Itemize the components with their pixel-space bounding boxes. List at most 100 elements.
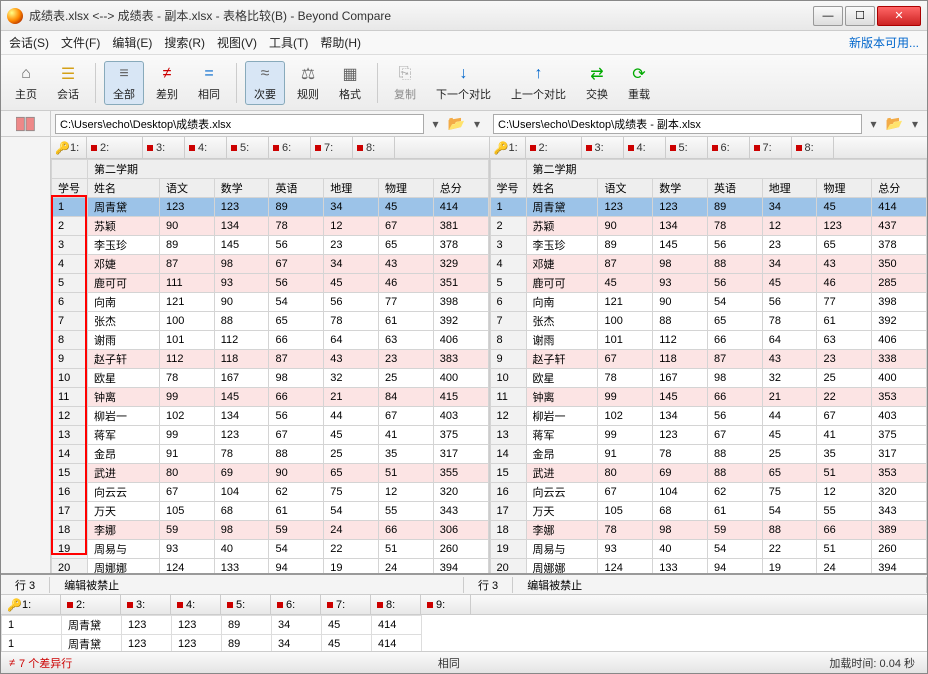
table-row[interactable]: 11钟离99145662184415 — [52, 388, 489, 407]
menu-tools[interactable]: 工具(T) — [269, 34, 308, 51]
table-row[interactable]: 16向云云67104627512320 — [52, 483, 489, 502]
close-button[interactable]: ✕ — [877, 6, 921, 26]
table-row[interactable]: 2苏颖90134781267381 — [52, 217, 489, 236]
table-row[interactable]: 1周青黛123123893445414 — [52, 198, 489, 217]
col-header[interactable]: 4: — [185, 137, 227, 158]
table-row[interactable]: 8谢雨101112666463406 — [52, 331, 489, 350]
table-row[interactable]: 14金昂9178882535317 — [490, 445, 927, 464]
table-row[interactable]: 20周娜娜124133941924394 — [52, 559, 489, 574]
detail-col-header[interactable]: 3: — [121, 595, 171, 614]
table-row[interactable]: 17万天10568615455343 — [52, 502, 489, 521]
table-row[interactable]: 7张杰10088657861392 — [52, 312, 489, 331]
col-header[interactable]: 8: — [792, 137, 834, 158]
thumbnail-icon[interactable] — [1, 111, 51, 136]
table-row[interactable]: 12柳岩一102134564467403 — [52, 407, 489, 426]
detail-row[interactable]: 1周青黛123123893445414 — [2, 635, 422, 652]
home-button[interactable]: ⌂主页 — [7, 62, 45, 104]
detail-col-header[interactable]: 7: — [321, 595, 371, 614]
detail-grid[interactable]: 1周青黛1231238934454141周青黛123123893445414 — [1, 615, 927, 651]
detail-col-header[interactable]: 6: — [271, 595, 321, 614]
menu-file[interactable]: 文件(F) — [61, 34, 100, 51]
col-header[interactable]: 5: — [666, 137, 708, 158]
dropdown-icon[interactable]: ▾ — [907, 117, 923, 131]
table-row[interactable]: 18李娜7898598866389 — [490, 521, 927, 540]
detail-row[interactable]: 1周青黛123123893445414 — [2, 616, 422, 635]
table-row[interactable]: 18李娜5998592466306 — [52, 521, 489, 540]
table-row[interactable]: 13蒋军99123674541375 — [52, 426, 489, 445]
rules-button[interactable]: ⚖规则 — [289, 62, 327, 104]
table-row[interactable]: 20周娜娜124133941924394 — [490, 559, 927, 574]
all-button[interactable]: ≡全部 — [104, 61, 144, 105]
table-row[interactable]: 2苏颖901347812123437 — [490, 217, 927, 236]
left-path-input[interactable] — [55, 114, 424, 134]
table-row[interactable]: 9赵子轩112118874323383 — [52, 350, 489, 369]
col-header[interactable]: 2: — [87, 137, 143, 158]
col-header[interactable]: 2: — [526, 137, 582, 158]
format-button[interactable]: ▦格式 — [331, 62, 369, 104]
prev-diff-button[interactable]: ↑上一个对比 — [503, 62, 574, 104]
col-header[interactable]: 3: — [582, 137, 624, 158]
col-header[interactable]: 6: — [269, 137, 311, 158]
detail-col-header[interactable]: 9: — [421, 595, 471, 614]
reload-button[interactable]: ⟳重载 — [620, 62, 658, 104]
table-row[interactable]: 5鹿可可4593564546285 — [490, 274, 927, 293]
table-row[interactable]: 8谢雨101112666463406 — [490, 331, 927, 350]
menu-view[interactable]: 视图(V) — [217, 34, 257, 51]
table-row[interactable]: 7张杰10088657861392 — [490, 312, 927, 331]
table-row[interactable]: 12柳岩一102134564467403 — [490, 407, 927, 426]
same-button[interactable]: =相同 — [190, 62, 228, 104]
table-row[interactable]: 5鹿可可11193564546351 — [52, 274, 489, 293]
table-row[interactable]: 15武进8069906551355 — [52, 464, 489, 483]
table-row[interactable]: 17万天10568615455343 — [490, 502, 927, 521]
folder-open-icon[interactable]: 📂 — [448, 115, 465, 132]
col-header[interactable]: 🔑1: — [51, 137, 87, 158]
table-row[interactable]: 4邓婕8798883443350 — [490, 255, 927, 274]
table-row[interactable]: 6向南12190545677398 — [52, 293, 489, 312]
table-row[interactable]: 6向南12190545677398 — [490, 293, 927, 312]
table-row[interactable]: 16向云云67104627512320 — [490, 483, 927, 502]
diff-button[interactable]: ≠差别 — [148, 62, 186, 104]
sessions-button[interactable]: ☰会话 — [49, 62, 87, 104]
detail-col-header[interactable]: 🔑1: — [1, 595, 61, 614]
folder-open-icon[interactable]: 📂 — [886, 115, 903, 132]
table-row[interactable]: 15武进8069886551353 — [490, 464, 927, 483]
update-link[interactable]: 新版本可用... — [849, 34, 919, 51]
detail-col-header[interactable]: 8: — [371, 595, 421, 614]
table-row[interactable]: 3李玉珍89145562365378 — [52, 236, 489, 255]
table-row[interactable]: 19周易与9340542251260 — [490, 540, 927, 559]
col-header[interactable]: 8: — [353, 137, 395, 158]
overview-gutter[interactable] — [1, 137, 51, 573]
copy-button[interactable]: ⎘复制 — [386, 62, 424, 104]
menu-session[interactable]: 会话(S) — [9, 34, 49, 51]
detail-col-header[interactable]: 5: — [221, 595, 271, 614]
minor-button[interactable]: ≈次要 — [245, 61, 285, 105]
table-row[interactable]: 3李玉珍89145562365378 — [490, 236, 927, 255]
detail-col-header[interactable]: 4: — [171, 595, 221, 614]
dropdown-icon[interactable]: ▾ — [428, 117, 444, 131]
swap-button[interactable]: ⇄交换 — [578, 62, 616, 104]
left-grid[interactable]: 第二学期学号姓名语文数学英语地理物理总分1周青黛1231238934454142… — [51, 159, 489, 573]
col-header[interactable]: 🔑1: — [490, 137, 526, 158]
col-header[interactable]: 4: — [624, 137, 666, 158]
dropdown-icon[interactable]: ▾ — [469, 117, 485, 131]
col-header[interactable]: 6: — [708, 137, 750, 158]
table-row[interactable]: 9赵子轩67118874323338 — [490, 350, 927, 369]
table-row[interactable]: 4邓婕8798673443329 — [52, 255, 489, 274]
col-header[interactable]: 3: — [143, 137, 185, 158]
right-path-input[interactable] — [493, 114, 862, 134]
table-row[interactable]: 10欧星78167983225400 — [52, 369, 489, 388]
col-header[interactable]: 7: — [311, 137, 353, 158]
dropdown-icon[interactable]: ▾ — [866, 117, 882, 131]
table-row[interactable]: 11钟离99145662122353 — [490, 388, 927, 407]
maximize-button[interactable]: ☐ — [845, 6, 875, 26]
menu-help[interactable]: 帮助(H) — [320, 34, 361, 51]
minimize-button[interactable]: — — [813, 6, 843, 26]
table-row[interactable]: 19周易与9340542251260 — [52, 540, 489, 559]
menu-search[interactable]: 搜索(R) — [164, 34, 205, 51]
detail-col-header[interactable]: 2: — [61, 595, 121, 614]
right-grid[interactable]: 第二学期学号姓名语文数学英语地理物理总分1周青黛1231238934454142… — [490, 159, 928, 573]
table-row[interactable]: 13蒋军99123674541375 — [490, 426, 927, 445]
table-row[interactable]: 1周青黛123123893445414 — [490, 198, 927, 217]
menu-edit[interactable]: 编辑(E) — [112, 34, 152, 51]
next-diff-button[interactable]: ↓下一个对比 — [428, 62, 499, 104]
